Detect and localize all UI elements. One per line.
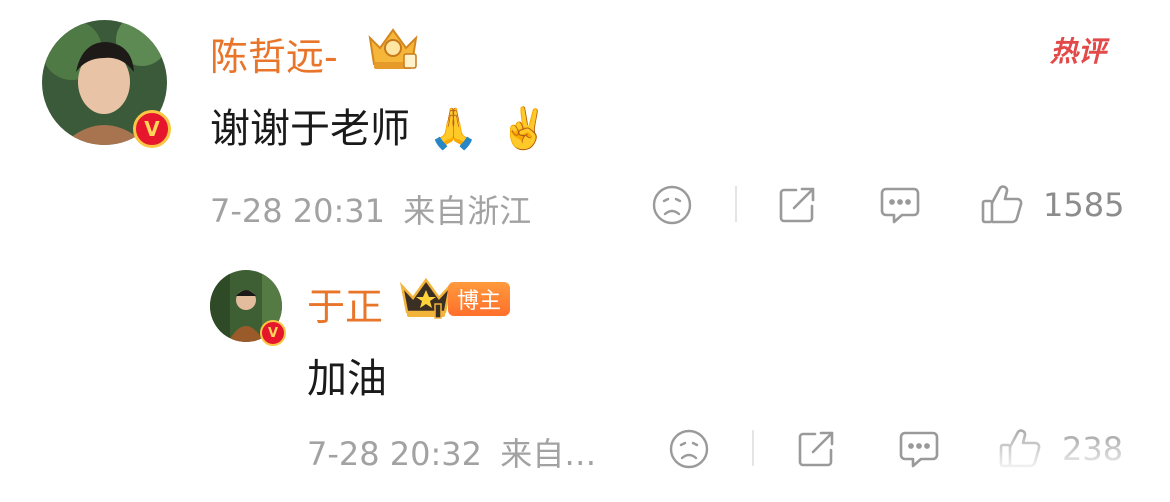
dislike-icon[interactable] <box>651 184 693 226</box>
comment-location: 来自浙江 <box>403 192 532 230</box>
hot-comment-tag: 热评 <box>1050 35 1107 68</box>
reply-time: 7-28 20:32 <box>307 435 483 473</box>
reply-location: 来自… <box>500 435 597 473</box>
crown-badge-icon <box>364 24 422 72</box>
like-icon[interactable] <box>980 182 1024 226</box>
reply-text: 加油 <box>307 356 387 402</box>
divider <box>735 186 737 222</box>
comment-meta: 7-28 20:31 来自浙江 <box>210 186 531 232</box>
comment-icon[interactable] <box>878 184 922 226</box>
victory-emoji: ✌️ <box>499 106 550 152</box>
share-icon[interactable] <box>795 428 837 470</box>
reply-meta: 7-28 20:32 来自… <box>307 429 596 475</box>
verified-badge-icon: V <box>260 320 286 346</box>
crown-badge-icon <box>398 276 454 320</box>
reply-username[interactable]: 于正 <box>307 276 383 331</box>
divider <box>752 430 754 466</box>
fade-overlay <box>950 420 1170 502</box>
verified-badge-icon: V <box>133 110 171 148</box>
comment-text: 谢谢于老师 🙏 ✌️ <box>210 106 550 152</box>
comment-time: 7-28 20:31 <box>210 192 386 230</box>
comment-icon[interactable] <box>897 428 941 470</box>
like-count: 1585 <box>1043 186 1125 224</box>
share-icon[interactable] <box>776 184 818 226</box>
dislike-icon[interactable] <box>668 428 710 470</box>
comment-username[interactable]: 陈哲远- <box>210 26 338 81</box>
pray-emoji: 🙏 <box>428 106 479 152</box>
blogger-badge: 博主 <box>448 282 510 316</box>
